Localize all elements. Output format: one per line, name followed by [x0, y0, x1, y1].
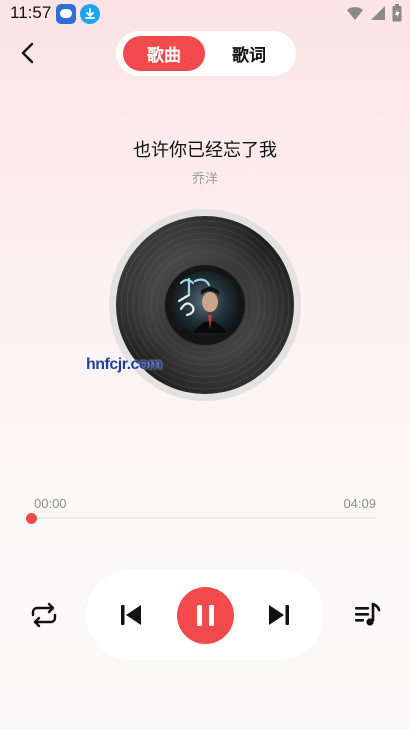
tab-song[interactable]: 歌曲 [123, 36, 205, 71]
pause-button[interactable] [177, 587, 234, 644]
repeat-icon [31, 602, 57, 628]
back-arrow-icon [21, 42, 34, 64]
signal-icon [371, 6, 385, 20]
back-button[interactable] [14, 40, 40, 66]
previous-icon [121, 605, 141, 625]
song-artist: 乔洋 [191, 172, 218, 187]
pause-icon [197, 605, 214, 626]
repeat-button[interactable] [27, 598, 61, 632]
current-time: 00:00 [34, 496, 67, 511]
playlist-button[interactable] [352, 600, 382, 630]
next-icon [269, 605, 289, 625]
progress-track[interactable] [32, 517, 376, 519]
tab-lyrics[interactable]: 歌词 [208, 36, 290, 71]
battery-icon [392, 4, 402, 22]
app-icon [56, 4, 76, 24]
wifi-icon [347, 6, 363, 20]
watermark-text: hnfcjr.com [86, 356, 162, 373]
download-icon [80, 4, 100, 24]
next-button[interactable] [264, 600, 294, 630]
playlist-icon [355, 602, 381, 626]
tab-switcher: 歌曲 歌词 [116, 31, 296, 76]
album-cover-icon [171, 271, 239, 339]
song-title: 也许你已经忘了我 [133, 140, 277, 161]
vinyl-disc [109, 209, 301, 405]
status-right [346, 4, 402, 22]
previous-button[interactable] [116, 600, 146, 630]
status-time: 11:57 [10, 3, 52, 22]
progress-thumb[interactable] [26, 513, 37, 524]
total-time: 04:09 [343, 496, 376, 511]
